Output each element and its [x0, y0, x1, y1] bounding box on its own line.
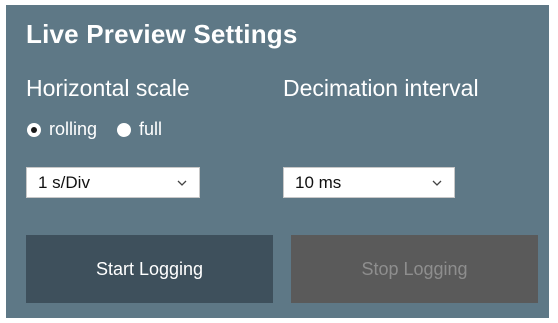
horizontal-scale-select[interactable]: 1 s/Div: [26, 167, 200, 198]
decimation-interval-select-value: 10 ms: [295, 172, 342, 192]
live-preview-settings-panel: Live Preview Settings Horizontal scale D…: [6, 5, 549, 318]
horizontal-scale-label: Horizontal scale: [26, 75, 190, 101]
decimation-interval-label: Decimation interval: [283, 75, 479, 101]
radio-full-label: full: [139, 119, 163, 139]
radio-full[interactable]: full: [117, 119, 162, 140]
radio-unchecked-icon: [117, 122, 132, 137]
panel-title: Live Preview Settings: [26, 19, 298, 49]
chevron-down-icon: [432, 180, 442, 186]
start-logging-button[interactable]: Start Logging: [26, 235, 273, 303]
radio-rolling-label: rolling: [49, 119, 98, 139]
decimation-interval-select[interactable]: 10 ms: [283, 167, 455, 198]
radio-checked-icon: [27, 122, 41, 137]
radio-rolling[interactable]: rolling: [27, 119, 97, 140]
stop-logging-button: Stop Logging: [291, 235, 538, 303]
horizontal-scale-select-value: 1 s/Div: [38, 172, 90, 192]
horizontal-scale-radio-group: rolling full: [27, 119, 162, 140]
chevron-down-icon: [177, 180, 187, 186]
